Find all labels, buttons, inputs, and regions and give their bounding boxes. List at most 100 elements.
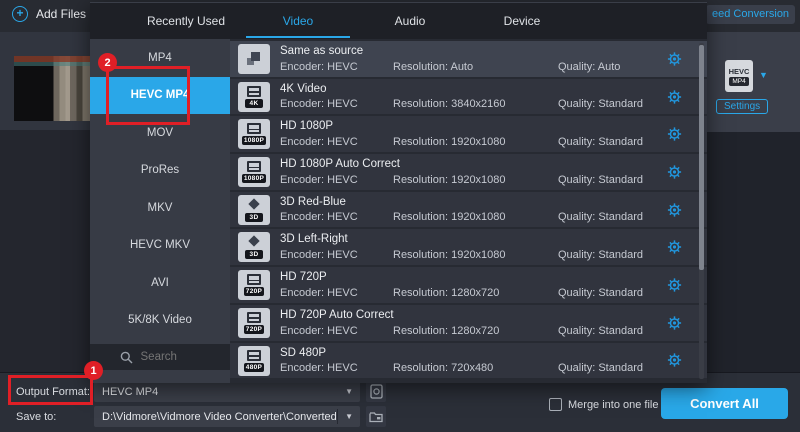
dialog-tab[interactable]: Video [242, 3, 354, 39]
film-frame-icon [247, 350, 261, 361]
format-type-icon: 720P [238, 308, 270, 338]
resolution-badge: 3D [245, 213, 263, 222]
format-row[interactable]: 3D 3D Left-Right Encoder: HEVC Resolutio… [230, 229, 707, 265]
search-icon [120, 351, 133, 364]
dropdown-caret-icon: ▼ [338, 387, 360, 396]
tab-label: Recently Used [147, 14, 225, 28]
gear-icon[interactable] [667, 51, 682, 66]
format-type-icon: 3D [238, 232, 270, 262]
format-row[interactable]: 1080P HD 1080P Encoder: HEVC Resolution:… [230, 116, 707, 152]
format-quality: Quality: Standard [558, 362, 643, 374]
format-resolution: Resolution: Auto [393, 61, 473, 73]
sidebar-format-item[interactable]: MKV [90, 189, 230, 227]
settings-button[interactable]: Settings [716, 99, 768, 114]
sidebar-item-label: ProRes [141, 164, 179, 176]
tab-label: Audio [395, 14, 426, 28]
gear-icon[interactable] [667, 277, 682, 292]
format-resolution: Resolution: 1280x720 [393, 325, 499, 337]
format-quality: Quality: Standard [558, 249, 643, 261]
gear-icon[interactable] [667, 164, 682, 179]
format-name: Same as source [280, 45, 363, 57]
gear-icon[interactable] [667, 89, 682, 104]
gear-icon[interactable] [667, 240, 682, 255]
dialog-tab[interactable]: Device [466, 3, 578, 39]
annotation-rect-hevc-mp4 [106, 66, 190, 125]
format-quality: Quality: Standard [558, 211, 643, 223]
format-row[interactable]: 480P SD 480P Encoder: HEVC Resolution: 7… [230, 343, 707, 379]
output-format-dropdown[interactable]: HEVC MP4 ▼ [94, 381, 360, 402]
merge-checkbox[interactable] [549, 398, 562, 411]
resolution-badge: 480P [244, 363, 264, 372]
output-format-value: HEVC MP4 [94, 386, 338, 398]
format-dropdown-caret-icon[interactable]: ▼ [759, 70, 768, 80]
format-type-icon: 480P [238, 346, 270, 376]
format-type-icon: 1080P [238, 119, 270, 149]
format-row[interactable]: 4K 4K Video Encoder: HEVC Resolution: 38… [230, 79, 707, 115]
format-search[interactable] [90, 344, 230, 370]
format-encoder: Encoder: HEVC [280, 174, 358, 186]
resolution-badge: 4K [245, 99, 263, 108]
format-resolution: Resolution: 1280x720 [393, 287, 499, 299]
open-folder-button[interactable] [366, 406, 386, 427]
file-gear-icon [370, 384, 383, 399]
search-input[interactable] [141, 351, 201, 363]
profile-settings-button[interactable] [366, 381, 386, 402]
sidebar-format-item[interactable]: HEVC MKV [90, 227, 230, 265]
gear-icon[interactable] [667, 353, 682, 368]
format-name: 3D Left-Right [280, 233, 348, 245]
save-to-dropdown[interactable]: D:\Vidmore\Vidmore Video Converter\Conve… [94, 406, 360, 427]
dialog-tab[interactable]: Audio [354, 3, 466, 39]
format-encoder: Encoder: HEVC [280, 287, 358, 299]
format-type-icon [238, 44, 270, 74]
tab-label: Video [283, 14, 313, 28]
format-chooser-dialog: Recently Used Video Audio Device [90, 2, 707, 382]
add-files-button[interactable]: + Add Files ▼ [12, 6, 101, 22]
sidebar-item-label: HEVC MKV [130, 239, 190, 251]
format-resolution: Resolution: 1920x1080 [393, 174, 506, 186]
sidebar-item-label: 5K/8K Video [128, 314, 192, 326]
format-name: 3D Red-Blue [280, 196, 346, 208]
sidebar-format-item[interactable]: ProRes [90, 152, 230, 190]
format-resolution: Resolution: 1920x1080 [393, 249, 506, 261]
merge-label: Merge into one file [568, 399, 659, 411]
dialog-tab[interactable]: Recently Used [130, 3, 242, 39]
format-row[interactable]: Same as source Encoder: HEVC Resolution:… [230, 41, 707, 77]
format-name: 4K Video [280, 83, 326, 95]
annotation-step-2-badge: 2 [98, 53, 117, 72]
format-row[interactable]: 720P HD 720P Encoder: HEVC Resolution: 1… [230, 267, 707, 303]
format-badge-top: HEVC [729, 67, 750, 76]
speed-conversion-label: eed Conversion [706, 5, 795, 24]
sidebar-format-item[interactable]: 5K/8K Video [90, 302, 230, 340]
format-row[interactable]: 1080P HD 1080P Auto Correct Encoder: HEV… [230, 154, 707, 190]
film-frame-icon [247, 274, 261, 285]
file-row-right [707, 32, 800, 132]
format-encoder: Encoder: HEVC [280, 98, 358, 110]
format-badge-bottom: MP4 [729, 77, 748, 86]
format-list: Same as source Encoder: HEVC Resolution:… [230, 39, 707, 383]
format-resolution: Resolution: 1920x1080 [393, 136, 506, 148]
gear-icon[interactable] [667, 315, 682, 330]
format-quality: Quality: Auto [558, 61, 620, 73]
add-files-label: Add Files [36, 7, 86, 21]
format-name: HD 720P Auto Correct [280, 309, 394, 321]
scrollbar-thumb[interactable] [699, 45, 704, 270]
output-format-badge[interactable]: HEVC MP4 [725, 60, 753, 92]
format-encoder: Encoder: HEVC [280, 325, 358, 337]
tab-label: Device [504, 14, 541, 28]
annotation-rect-output-format [8, 375, 93, 405]
gear-icon[interactable] [667, 202, 682, 217]
format-name: HD 1080P Auto Correct [280, 158, 400, 170]
format-name: HD 1080P [280, 120, 333, 132]
format-row[interactable]: 3D 3D Red-Blue Encoder: HEVC Resolution:… [230, 192, 707, 228]
film-frame-icon [247, 123, 261, 134]
plus-icon: + [12, 6, 28, 22]
film-frame-icon [247, 86, 261, 97]
film-frame-icon [247, 161, 261, 172]
format-encoder: Encoder: HEVC [280, 61, 358, 73]
sidebar-format-item[interactable]: AVI [90, 264, 230, 302]
gear-icon[interactable] [667, 127, 682, 142]
list-scrollbar[interactable] [699, 43, 704, 379]
convert-all-button[interactable]: Convert All [661, 388, 788, 419]
format-quality: Quality: Standard [558, 325, 643, 337]
format-row[interactable]: 720P HD 720P Auto Correct Encoder: HEVC … [230, 305, 707, 341]
